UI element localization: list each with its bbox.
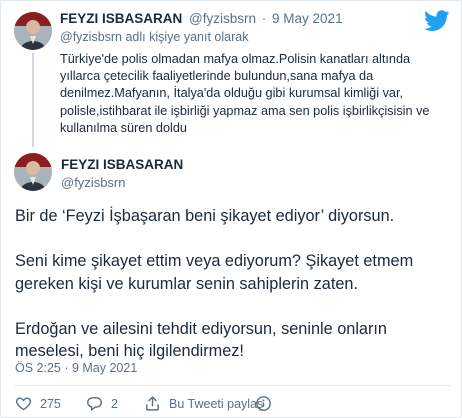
share-label: Bu Tweeti paylaş [169,396,264,411]
reply-count: 2 [111,396,118,411]
parent-author-name[interactable]: FEYZI ISBASARAN [60,11,182,26]
header-separator: · [261,11,267,26]
tweet-paragraph: Erdoğan ve ailesini tehdit ediyorsun, se… [15,319,387,361]
info-icon[interactable] [255,395,272,412]
reply-context[interactable]: @fyzisbsrn adlı kişiye yanıt olarak [60,30,248,44]
share-button[interactable]: Bu Tweeti paylaş [144,395,263,412]
comment-icon [87,397,102,411]
tweet-paragraph: Bir de ‘Feyzi İşbaşaran beni şikayet edi… [15,207,395,225]
like-count: 275 [40,396,61,411]
like-button[interactable]: 275 [15,395,61,412]
main-author-handle[interactable]: @fyzisbsrn [61,175,126,190]
tweet-paragraph: Seni kime şikayet ettim veya ediyorum? Ş… [15,252,414,293]
parent-author-handle[interactable]: @fyzisbsrn [189,11,256,26]
divider [15,385,451,386]
twitter-bird-icon[interactable] [424,10,450,32]
reply-button[interactable]: 2 [86,395,118,412]
share-icon [146,396,159,411]
parent-tweet-date[interactable]: 9 May 2021 [272,11,343,26]
main-author-name[interactable]: FEYZI ISBASARAN [61,157,183,172]
heart-icon [15,397,32,411]
avatar-portrait-icon [14,153,52,191]
main-tweet-text: Bir de ‘Feyzi İşbaşaran beni şikayet edi… [15,205,451,385]
tweet-embed-card: FEYZI ISBASARAN @fyzisbsrn · 9 May 2021 … [0,0,462,418]
parent-tweet-header: FEYZI ISBASARAN @fyzisbsrn · 9 May 2021 [60,11,343,26]
main-avatar[interactable] [14,153,52,191]
tweet-timestamp[interactable]: ÖS 2:25 · 9 May 2021 [15,361,137,375]
parent-avatar[interactable] [14,12,52,50]
avatar-portrait-icon [14,12,52,50]
parent-tweet-text: Türkiye'de polis olmadan mafya olmaz.Pol… [60,52,430,135]
thread-line [32,53,34,147]
